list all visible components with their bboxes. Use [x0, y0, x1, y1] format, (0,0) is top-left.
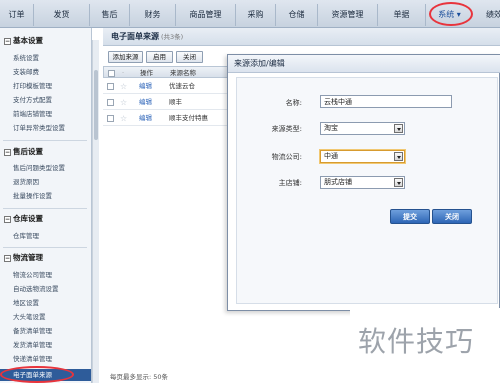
logistics-company-label: 物流公司: — [271, 153, 302, 161]
sidebar-item-payment-methods[interactable]: 支付方式配置 — [0, 94, 91, 106]
name-label: 名称: — [285, 99, 302, 107]
nav-tab-finance[interactable]: 财务 — [130, 4, 176, 26]
source-type-select[interactable]: 淘宝 — [320, 122, 405, 135]
sidebar-item-system-settings[interactable]: 系统设置 — [0, 52, 91, 64]
main-shop-label: 主店铺: — [278, 179, 302, 187]
nav-tab-after-sales[interactable]: 售后 — [90, 4, 130, 26]
dropdown-arrow-icon[interactable] — [394, 124, 403, 133]
nav-tab-products[interactable]: 商品管理 — [176, 4, 236, 26]
sidebar-item-shipping-list[interactable]: 发货清单管理 — [0, 339, 91, 351]
logistics-company-value: 中通 — [324, 152, 338, 160]
nav-tab-performance[interactable]: 绩效 — [474, 4, 500, 26]
watermark-text: 软件技巧 — [358, 325, 475, 358]
row-checkbox[interactable] — [107, 79, 114, 94]
divider — [3, 208, 87, 209]
edit-link[interactable]: 编辑 — [139, 95, 152, 110]
close-button[interactable]: 关闭 — [432, 209, 472, 224]
dropdown-arrow-icon[interactable] — [394, 178, 403, 187]
record-count: (共3条) — [161, 33, 184, 41]
source-type-value: 淘宝 — [324, 124, 338, 132]
column-header-name: 来源名称 — [170, 69, 196, 77]
sidebar-section-after-sales[interactable]: − 售后设置 — [0, 145, 91, 158]
source-edit-dialog: 来源添加/编辑 名称: 来源类型: 淘宝 物流公司: 中通 主店铺: 朋式店铺 … — [227, 54, 500, 311]
column-header-action: 操作 — [140, 69, 153, 77]
enable-button[interactable]: 启用 — [146, 51, 173, 63]
table-row[interactable]: ☆ 编辑 顺丰支付特惠 — [103, 111, 228, 126]
sidebar-item-shipping-fee[interactable]: 支装邮费 — [0, 66, 91, 78]
source-name: 顺丰 — [169, 98, 182, 106]
main-shop-value: 朋式店铺 — [324, 178, 352, 186]
sidebar-item-print-templates[interactable]: 打印模板管理 — [0, 80, 91, 92]
nav-tab-purchasing[interactable]: 采购 — [236, 4, 276, 26]
divider — [3, 247, 87, 248]
logistics-company-select[interactable]: 中通 — [320, 150, 405, 163]
row-checkbox[interactable] — [107, 95, 114, 110]
sidebar-item-logistics-companies[interactable]: 物流公司管理 — [0, 269, 91, 281]
star-icon[interactable]: ☆ — [120, 95, 127, 110]
page-title-text: 电子面单来源 — [111, 32, 159, 41]
sidebar-item-stock-list[interactable]: 备货清单管理 — [0, 325, 91, 337]
top-navigation: 订单 发货 售后 财务 商品管理 采购 仓储 资源管理 单据 系统 ▾ 绩效 — [0, 0, 500, 28]
nav-tab-orders[interactable]: 订单 — [0, 4, 34, 26]
edit-link[interactable]: 编辑 — [139, 79, 152, 94]
sidebar-item-auto-logistics[interactable]: 自动选物流设置 — [0, 283, 91, 295]
disable-button[interactable]: 关闭 — [176, 51, 203, 63]
sidebar-section-title: 物流管理 — [13, 253, 43, 262]
table-header: · 操作 来源名称 — [103, 66, 228, 78]
dialog-title: 来源添加/编辑 — [228, 55, 500, 73]
sidebar-section-basic[interactable]: − 基本设置 — [0, 34, 91, 47]
select-all-checkbox[interactable] — [108, 67, 115, 79]
dropdown-arrow-icon[interactable] — [394, 152, 403, 161]
sidebar-item-marker-settings[interactable]: 大头笔设置 — [0, 311, 91, 323]
sidebar-section-title: 基本设置 — [13, 36, 43, 45]
table-row[interactable]: ☆ 编辑 优速云仓 — [103, 79, 228, 94]
star-column-header: · — [122, 69, 125, 77]
dialog-body: 名称: 来源类型: 淘宝 物流公司: 中通 主店铺: 朋式店铺 提交 关闭 — [236, 77, 498, 304]
sidebar: − 基本设置 系统设置 支装邮费 打印模板管理 支付方式配置 前端店铺管理 订单异… — [0, 28, 92, 383]
sidebar-item-after-sales-problem-types[interactable]: 售后问题类型设置 — [0, 162, 91, 174]
sidebar-section-title: 仓库设置 — [13, 214, 43, 223]
star-icon[interactable]: ☆ — [120, 79, 127, 94]
nav-tab-shipping[interactable]: 发货 — [34, 4, 90, 26]
sidebar-section-title: 售后设置 — [13, 147, 43, 156]
star-icon[interactable]: ☆ — [120, 111, 127, 126]
sidebar-item-express-list[interactable]: 快递清单管理 — [0, 353, 91, 365]
page-size-info: 每页最多显示: 50条 — [110, 373, 169, 381]
table-row[interactable]: ☆ 编辑 顺丰 — [103, 95, 228, 110]
collapse-icon[interactable]: − — [4, 254, 11, 262]
nav-tab-documents[interactable]: 单据 — [378, 4, 426, 26]
nav-tab-resources[interactable]: 资源管理 — [318, 4, 378, 26]
edit-link[interactable]: 编辑 — [139, 111, 152, 126]
source-name: 顺丰支付特惠 — [169, 114, 208, 122]
page-title: 电子面单来源 (共3条) — [103, 28, 500, 46]
sidebar-item-order-exception-types[interactable]: 订单异常类型设置 — [0, 122, 91, 134]
collapse-icon[interactable]: − — [4, 148, 11, 156]
nav-tab-warehouse[interactable]: 仓储 — [276, 4, 318, 26]
sidebar-item-warehouse-management[interactable]: 仓库管理 — [0, 230, 91, 242]
sidebar-item-batch-operations[interactable]: 批量操作设置 — [0, 190, 91, 202]
submit-button[interactable]: 提交 — [390, 209, 430, 224]
nav-tab-system[interactable]: 系统 ▾ — [428, 4, 472, 26]
sidebar-item-shops[interactable]: 前端店铺管理 — [0, 108, 91, 120]
sidebar-item-return-reasons[interactable]: 退货原因 — [0, 176, 91, 188]
add-source-button[interactable]: 添加来源 — [108, 51, 143, 63]
collapse-icon[interactable]: − — [4, 37, 11, 45]
source-name: 优速云仓 — [169, 82, 195, 90]
sidebar-item-e-waybill-source[interactable]: 电子面单来源 — [0, 369, 91, 381]
divider — [3, 140, 87, 141]
row-checkbox[interactable] — [107, 111, 114, 126]
sidebar-section-logistics[interactable]: − 物流管理 — [0, 251, 91, 264]
sidebar-scrollbar[interactable] — [92, 40, 99, 383]
name-input[interactable] — [320, 95, 452, 108]
watermark: 软件技巧 — [350, 308, 500, 383]
collapse-icon[interactable]: − — [4, 215, 11, 223]
scrollbar-thumb[interactable] — [94, 70, 98, 140]
source-type-label: 来源类型: — [271, 125, 302, 133]
sidebar-section-warehouse[interactable]: − 仓库设置 — [0, 212, 91, 225]
sidebar-item-region-settings[interactable]: 地区设置 — [0, 297, 91, 309]
main-shop-select[interactable]: 朋式店铺 — [320, 176, 405, 189]
